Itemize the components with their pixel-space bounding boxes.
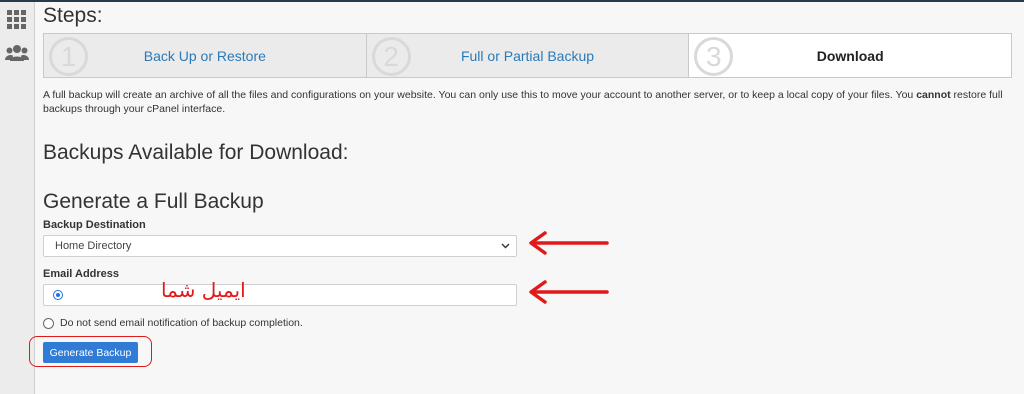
generate-full-backup-heading: Generate a Full Backup xyxy=(43,190,264,213)
step-back-up-or-restore[interactable]: 1 Back Up or Restore xyxy=(44,34,367,77)
generate-backup-button[interactable]: Generate Backup xyxy=(43,342,138,363)
no-email-label: Do not send email notification of backup… xyxy=(60,317,303,329)
email-field xyxy=(43,284,517,306)
email-annotation: ایمیل شما xyxy=(161,278,246,302)
no-email-radio[interactable] xyxy=(43,317,54,329)
step-label: Download xyxy=(816,47,884,64)
arrow-left-icon xyxy=(529,231,609,255)
step-download: 3 Download xyxy=(689,34,1012,77)
backup-destination-label: Backup Destination xyxy=(43,219,146,231)
email-address-label: Email Address xyxy=(43,268,120,280)
full-backup-description: A full backup will create an archive of … xyxy=(43,88,1008,116)
sidebar xyxy=(0,2,35,394)
email-radio[interactable] xyxy=(53,290,63,300)
chevron-down-icon xyxy=(501,236,510,264)
backup-destination-select[interactable]: Home Directory xyxy=(43,235,517,257)
steps-bar: 1 Back Up or Restore 2 Full or Partial B… xyxy=(43,33,1012,78)
users-icon[interactable] xyxy=(5,44,29,67)
backup-destination-value: Home Directory xyxy=(55,240,132,252)
backups-available-heading: Backups Available for Download: xyxy=(43,141,349,164)
step-full-or-partial-backup[interactable]: 2 Full or Partial Backup xyxy=(366,34,690,77)
step-number: 3 xyxy=(694,37,734,76)
step-label[interactable]: Full or Partial Backup xyxy=(461,48,594,64)
step-label[interactable]: Back Up or Restore xyxy=(144,48,266,64)
description-text: A full backup will create an archive of … xyxy=(43,89,917,101)
steps-title: Steps: xyxy=(43,4,103,27)
arrow-left-icon xyxy=(529,280,609,304)
description-emphasis: cannot xyxy=(916,89,951,101)
email-input[interactable] xyxy=(72,287,516,305)
step-number: 1 xyxy=(49,37,88,76)
grid-icon[interactable] xyxy=(7,10,27,35)
no-email-option[interactable]: Do not send email notification of backup… xyxy=(43,317,303,329)
step-number: 2 xyxy=(371,37,411,76)
